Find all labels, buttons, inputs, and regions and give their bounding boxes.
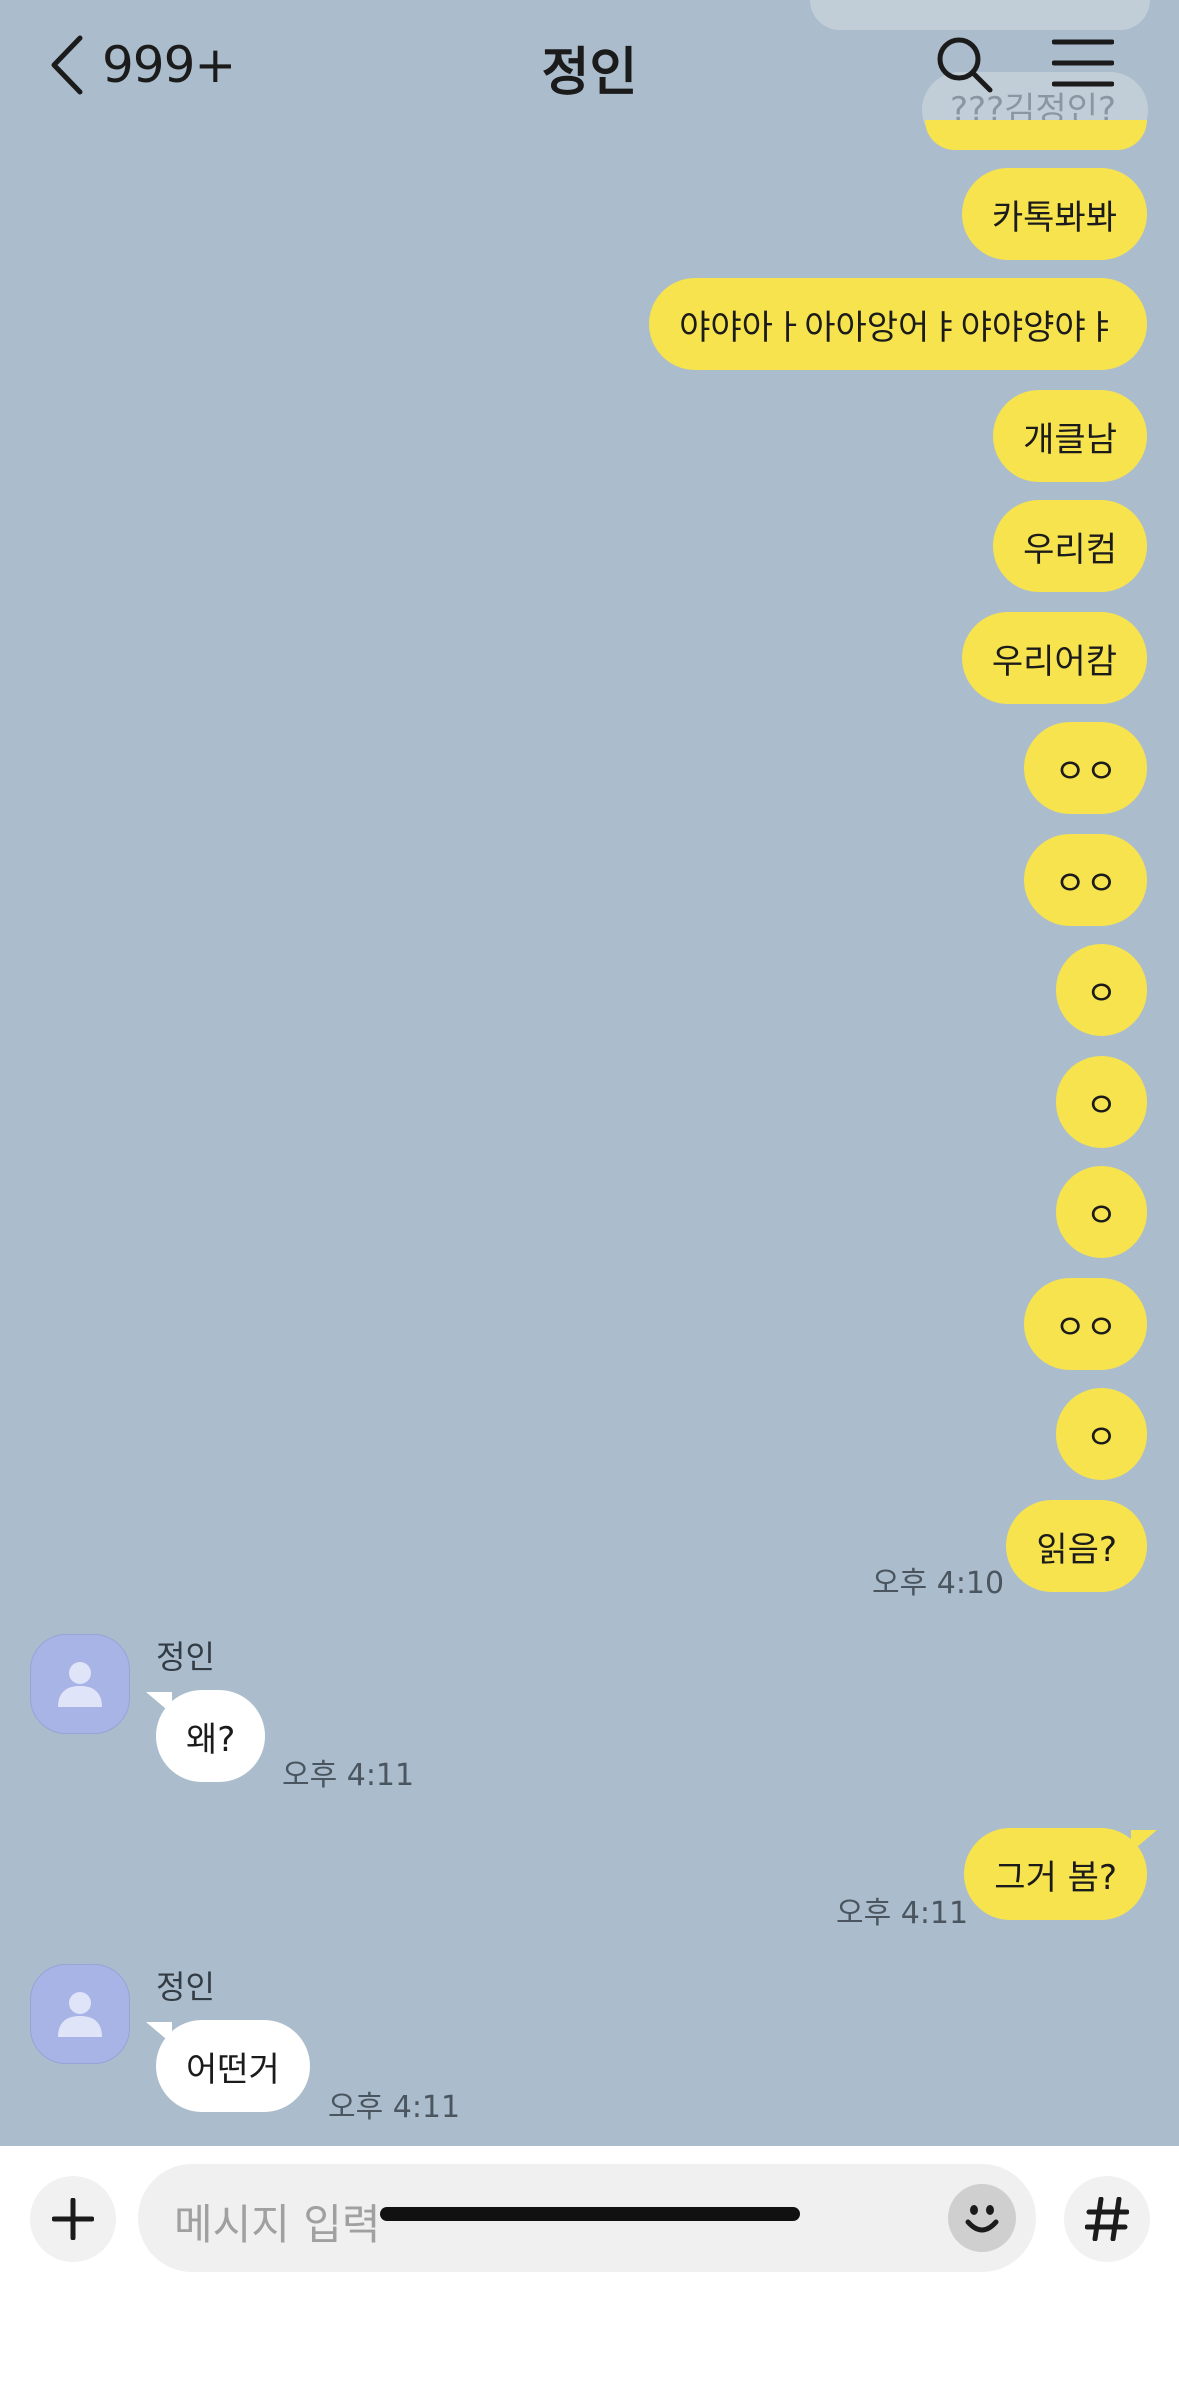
menu-icon[interactable] [1052,38,1114,88]
search-icon[interactable] [934,34,994,94]
person-icon [58,1662,102,1707]
sent-message[interactable]: 카톡봐봐 [961,168,1147,260]
sent-message[interactable]: ㅇㅇ [1024,1278,1147,1370]
sent-message[interactable]: 야야아ㅏ아아앙어ㅑ야야양야ㅑ [649,278,1147,370]
received-message[interactable]: 어떤거 [146,2020,310,2112]
sent-message[interactable]: 개클남 [993,390,1147,482]
sent-message[interactable]: 우리컴 [993,500,1147,592]
message-time: 오후 4:11 [836,1896,969,1931]
avatar[interactable] [30,1964,130,2064]
hash-icon [1085,2197,1129,2241]
sent-message[interactable]: 그거 봄? [964,1828,1157,1920]
attach-button[interactable] [30,2176,116,2262]
home-indicator [380,2207,800,2221]
chat-title: 정인 [541,43,638,103]
message-input-placeholder: 메시지 입력 [174,2200,381,2249]
hash-button[interactable] [1064,2176,1150,2262]
sent-message[interactable]: ㅇ [1055,944,1147,1036]
sent-message[interactable]: ㅇㅇ [1024,722,1147,814]
person-icon [58,1992,102,2037]
received-message[interactable]: 왜? [145,1690,266,1782]
sender-name: 정인 [156,1968,215,2006]
emoji-icon [965,2205,999,2233]
sent-message[interactable]: 읽음? [1006,1500,1147,1592]
sender-name: 정인 [156,1638,215,1676]
input-bar: 메시지 입력 [0,2146,1179,2393]
message-time: 오후 4:10 [872,1566,1005,1601]
sent-message[interactable]: ㅇ [1055,1166,1147,1258]
sent-message[interactable]: ㅇ [1055,1388,1147,1480]
avatar[interactable] [30,1634,130,1734]
chat-area: ???김정인? 999+ 정인 카톡봐봐 야야아ㅏ아아앙어ㅑ야야양야ㅑ 개클남 … [0,0,1179,2146]
emoji-button[interactable] [948,2184,1016,2252]
message-time: 오후 4:11 [282,1758,415,1793]
plus-icon [52,2198,94,2240]
message-time: 오후 4:11 [328,2090,461,2125]
sent-message[interactable]: ㅇㅇ [1024,834,1147,926]
chat-header: 999+ 정인 [0,0,1179,135]
sent-message[interactable]: 우리어캄 [961,612,1147,704]
sent-message[interactable]: ㅇ [1055,1056,1147,1148]
